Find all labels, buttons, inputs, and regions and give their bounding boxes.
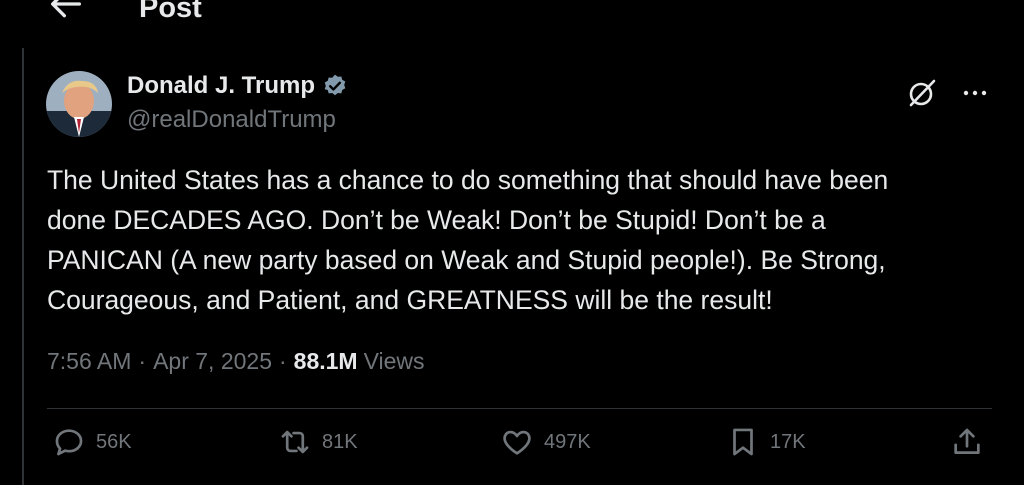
repost-count: 81K: [322, 430, 358, 453]
repost-button[interactable]: 81K: [278, 425, 358, 459]
separator: ·: [138, 348, 147, 374]
post-date[interactable]: Apr 7, 2025: [153, 348, 272, 375]
divider: [47, 408, 992, 409]
like-icon: [503, 430, 531, 455]
separator: ·: [278, 348, 287, 374]
views-label: Views: [363, 348, 425, 374]
like-count: 497K: [544, 430, 591, 453]
post-text: The United States has a chance to do som…: [47, 165, 889, 315]
post-meta: 7:56 AM · Apr 7, 2025 · 88.1M Views: [47, 348, 425, 375]
post-time[interactable]: 7:56 AM: [47, 348, 131, 375]
bookmark-icon: [733, 428, 753, 456]
top-bar: Post: [0, 0, 1024, 40]
author-name[interactable]: Donald J. Trump: [127, 72, 315, 100]
grok-icon[interactable]: [905, 76, 939, 110]
author-name-row: Donald J. Trump: [127, 72, 348, 100]
verified-badge-icon: [322, 73, 348, 99]
column-border: [22, 48, 24, 485]
page-title: Post: [139, 0, 202, 24]
back-arrow-icon[interactable]: [46, 0, 86, 24]
reply-count: 56K: [96, 430, 132, 453]
bookmark-count: 17K: [770, 430, 806, 453]
reply-icon: [55, 429, 83, 456]
bookmark-button[interactable]: 17K: [726, 425, 806, 459]
share-button[interactable]: [950, 425, 984, 459]
avatar[interactable]: [46, 71, 112, 137]
share-icon: [954, 428, 980, 454]
repost-icon: [281, 430, 309, 454]
like-button[interactable]: 497K: [500, 425, 591, 459]
author-handle[interactable]: @realDonaldTrump: [127, 106, 336, 134]
action-bar: 56K 81K 497K 17K: [0, 425, 1024, 473]
views-count[interactable]: 88.1M: [294, 348, 358, 375]
more-icon[interactable]: [960, 78, 990, 108]
reply-button[interactable]: 56K: [52, 425, 132, 459]
